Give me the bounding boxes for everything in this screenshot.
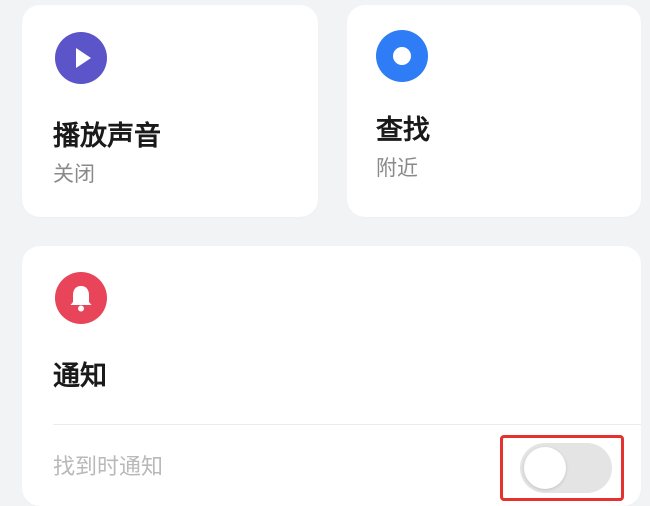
play-icon [55,32,107,84]
target-icon [376,30,428,82]
divider [53,424,641,425]
toggle-knob[interactable] [524,447,566,489]
find-title: 查找 [376,115,430,146]
notify-title: 通知 [53,361,107,392]
find-card[interactable]: 查找 附近 [347,5,641,217]
notify-when-found-label: 找到时通知 [53,455,164,480]
find-status: 附近 [376,156,418,180]
bell-icon [55,272,107,324]
play-sound-card[interactable]: 播放声音 关闭 [22,5,318,217]
play-sound-title: 播放声音 [53,121,161,152]
notify-card: 通知 找到时通知 [22,246,641,506]
notify-when-found-toggle[interactable] [520,443,612,493]
play-sound-status: 关闭 [53,162,95,186]
